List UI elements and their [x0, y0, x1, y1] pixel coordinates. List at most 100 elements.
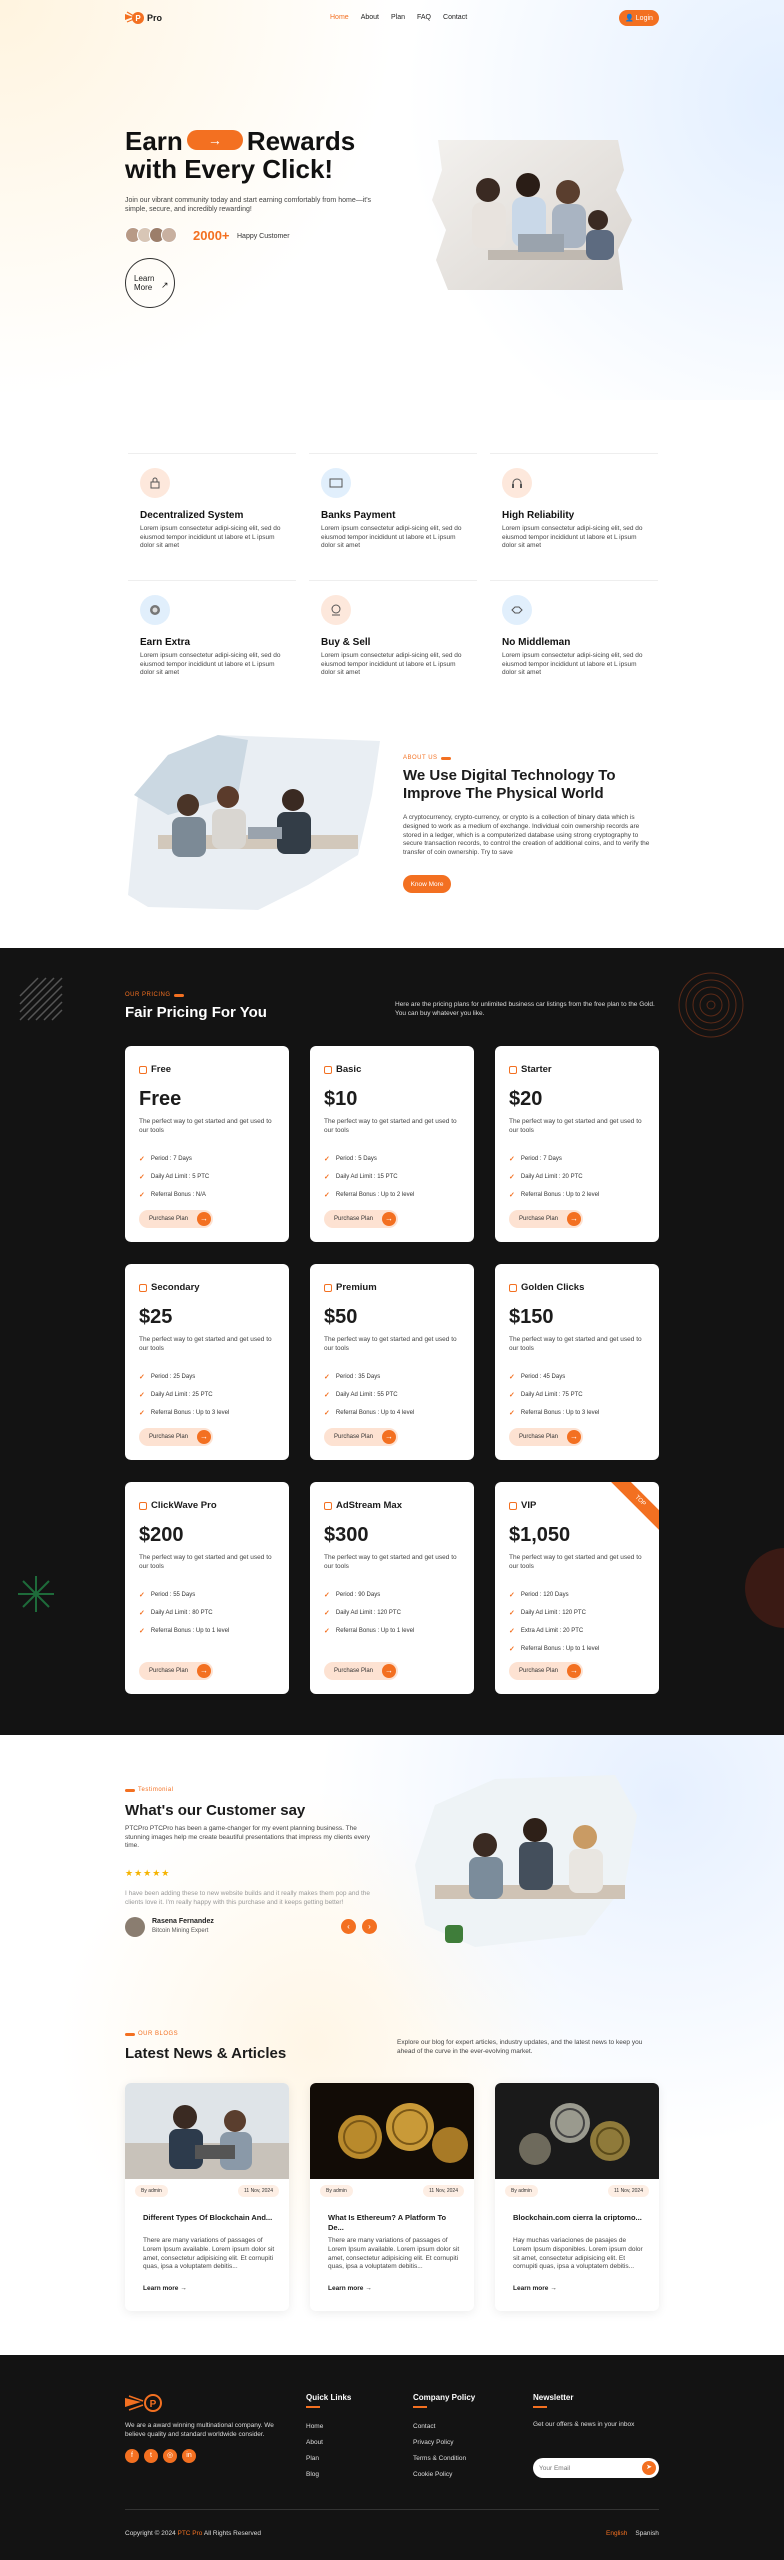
purchase-plan-button[interactable]: Purchase Plan → [139, 1210, 213, 1228]
news-card[interactable]: By admin 11 Nov, 2024 Blockchain.com cier… [495, 2083, 659, 2311]
plan-feature-label: Extra Ad Limit : 20 PTC [520, 1628, 584, 1634]
facebook-icon[interactable]: f [125, 2449, 139, 2463]
about-description: A cryptocurrency, crypto-currency, or cr… [403, 814, 650, 857]
news-card[interactable]: By admin 11 Nov, 2024 What Is Ethereum? A… [310, 2083, 474, 2311]
plan-name-label: Basic [336, 1064, 362, 1075]
footer-link-about[interactable]: About [306, 2435, 323, 2451]
plan-description: The perfect way to get started and get u… [139, 1118, 272, 1134]
know-more-button[interactable]: Know More [403, 875, 451, 893]
twitter-icon[interactable]: t [144, 2449, 158, 2463]
plan-feature: ✓ Referral Bonus : Up to 4 level [324, 1404, 414, 1422]
avatar [125, 1917, 145, 1937]
check-icon: ✓ [324, 1192, 330, 1199]
heading-underline [413, 2406, 427, 2408]
pricing-card: Basic $10 The perfect way to get started a… [310, 1046, 474, 1242]
plan-feature-label: Daily Ad Limit : 15 PTC [335, 1174, 398, 1180]
purchase-plan-button[interactable]: Purchase Plan → [139, 1428, 213, 1446]
plan-name-label: VIP [521, 1500, 537, 1511]
next-arrow-icon[interactable]: › [362, 1919, 377, 1934]
footer-link-plan[interactable]: Plan [306, 2451, 323, 2467]
prev-arrow-icon[interactable]: ‹ [341, 1919, 356, 1934]
starburst-decoration [18, 1576, 54, 1612]
copyright: Copyright © 2024 PTC Pro All Rights Rese… [125, 2530, 261, 2537]
arrow-up-right-icon: ↗ [161, 280, 169, 290]
news-card[interactable]: By admin 11 Nov, 2024 Different Types Of … [125, 2083, 289, 2311]
news-image [310, 2083, 474, 2179]
footer-logo[interactable]: P [125, 2393, 165, 2418]
plan-name: Premium [324, 1282, 377, 1293]
email-field[interactable] [539, 2461, 634, 2475]
page: P Pro Home About Plan FAQ Contact 👤 Logi… [0, 0, 784, 2560]
check-icon: ✓ [509, 1374, 515, 1381]
plan-feature-label: Referral Bonus : Up to 4 level [335, 1410, 415, 1416]
exchange-icon [321, 595, 351, 625]
plan-name-label: Premium [336, 1282, 377, 1293]
plan-feature: ✓ Referral Bonus : Up to 3 level [139, 1404, 229, 1422]
testimonial-image [415, 1775, 640, 1950]
arrow-right-icon: → [365, 2285, 372, 2292]
purchase-plan-button[interactable]: Purchase Plan → [509, 1662, 583, 1680]
check-icon: ✓ [324, 1174, 330, 1181]
testimonial-title: What's our Customer say [125, 1802, 306, 1819]
about-tag-label: ABOUT US [403, 755, 438, 761]
purchase-plan-label: Purchase Plan [334, 1668, 374, 1674]
linkedin-icon[interactable]: in [182, 2449, 196, 2463]
plan-price: $300 [324, 1524, 369, 1546]
nav-link-faq[interactable]: FAQ [417, 14, 431, 21]
nav-link-plan[interactable]: Plan [391, 14, 405, 21]
footer-link-home[interactable]: Home [306, 2419, 323, 2435]
nav-link-contact[interactable]: Contact [443, 14, 467, 21]
news-title[interactable]: Different Types Of Blockchain And... [143, 2213, 273, 2223]
copyright-brand[interactable]: PTC Pro [178, 2530, 203, 2537]
purchase-plan-button[interactable]: Purchase Plan → [509, 1428, 583, 1446]
footer-link-terms[interactable]: Terms & Condition [413, 2451, 466, 2467]
hero-title-part-3: with Every Click! [125, 154, 334, 184]
plan-feature-label: Referral Bonus : Up to 2 level [520, 1192, 600, 1198]
check-icon: ✓ [324, 1592, 330, 1599]
plan-description: The perfect way to get started and get u… [509, 1118, 642, 1134]
footer-link-contact[interactable]: Contact [413, 2419, 466, 2435]
send-icon[interactable]: ➤ [642, 2461, 656, 2475]
check-icon: ✓ [509, 1610, 515, 1617]
language-spanish[interactable]: Spanish [635, 2530, 659, 2537]
purchase-plan-button[interactable]: Purchase Plan → [139, 1662, 213, 1680]
learn-more-link[interactable]: Learn more → [143, 2285, 187, 2292]
plan-name: AdStream Max [324, 1500, 402, 1511]
plan-feature: ✓ Referral Bonus : Up to 1 level [324, 1622, 414, 1640]
check-icon: ✓ [324, 1610, 330, 1617]
plan-description: The perfect way to get started and get u… [324, 1336, 457, 1352]
footer-divider [125, 2509, 659, 2510]
footer-link-privacy[interactable]: Privacy Policy [413, 2435, 466, 2451]
purchase-plan-button[interactable]: Purchase Plan → [324, 1428, 398, 1446]
plan-feature: ✓ Daily Ad Limit : 55 PTC [324, 1386, 414, 1404]
instagram-icon[interactable]: ◎ [163, 2449, 177, 2463]
heading-underline [306, 2406, 320, 2408]
plan-price: $200 [139, 1524, 184, 1546]
purchase-plan-label: Purchase Plan [519, 1216, 559, 1222]
learn-more-link[interactable]: Learn more → [513, 2285, 557, 2292]
user-icon: 👤 [625, 15, 634, 22]
purchase-plan-button[interactable]: Purchase Plan → [324, 1210, 398, 1228]
purchase-plan-button[interactable]: Purchase Plan → [509, 1210, 583, 1228]
news-title[interactable]: What Is Ethereum? A Platform To De... [328, 2213, 458, 2233]
language-english[interactable]: English [606, 2530, 627, 2537]
login-button[interactable]: 👤 Login [619, 10, 659, 26]
learn-more-button[interactable]: Learn More ↗ [125, 258, 175, 308]
bank-card-icon [321, 468, 351, 498]
footer-link-blog[interactable]: Blog [306, 2467, 323, 2483]
plan-feature: ✓ Period : 55 Days [139, 1586, 229, 1604]
news-date: 11 Nov, 2024 [607, 2185, 649, 2197]
news-title[interactable]: Blockchain.com cierra la criptomo... [513, 2213, 643, 2223]
nav-link-about[interactable]: About [361, 14, 379, 21]
footer-link-cookie[interactable]: Cookie Policy [413, 2467, 466, 2483]
plan-name: Secondary [139, 1282, 200, 1293]
nav-link-home[interactable]: Home [330, 14, 349, 21]
check-icon: ✓ [139, 1610, 145, 1617]
plan-feature: ✓ Daily Ad Limit : 5 PTC [139, 1168, 209, 1186]
hero-description: Join our vibrant community today and sta… [125, 197, 372, 213]
plan-feature: ✓ Period : 25 Days [139, 1368, 229, 1386]
plan-price: $150 [509, 1306, 554, 1328]
plan-features: ✓ Period : 7 Days ✓ Daily Ad Limit : 5 PTC ✓… [139, 1150, 209, 1204]
purchase-plan-button[interactable]: Purchase Plan → [324, 1662, 398, 1680]
learn-more-link[interactable]: Learn more → [328, 2285, 372, 2292]
